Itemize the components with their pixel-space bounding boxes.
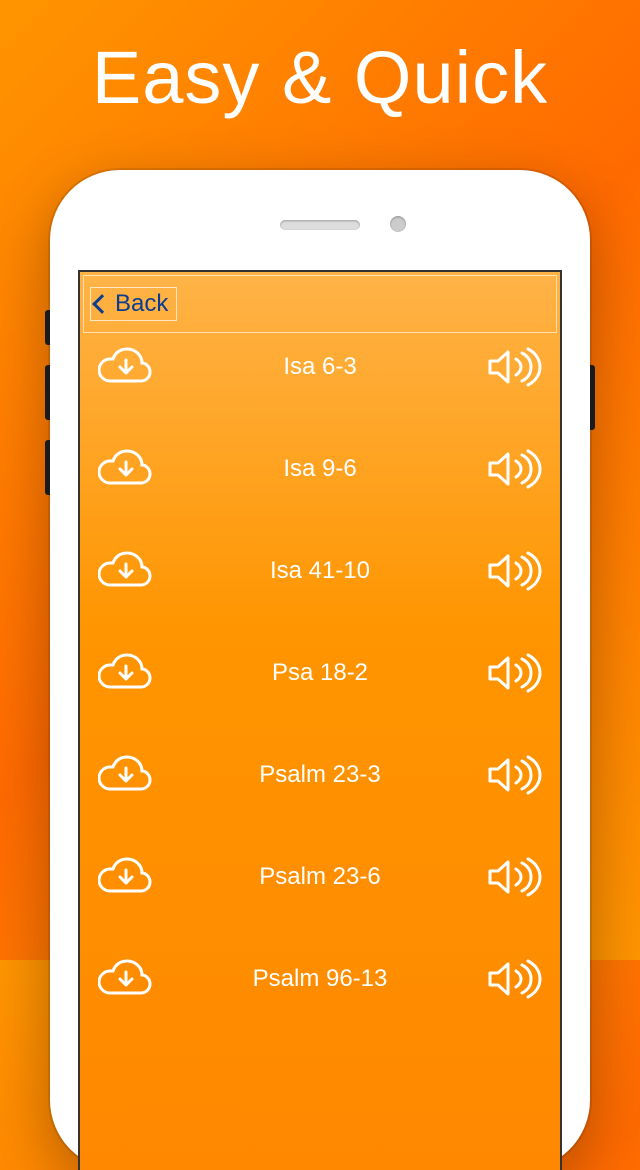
speaker-icon[interactable] [486, 449, 542, 489]
track-title: Isa 9-6 [154, 455, 486, 483]
phone-frame: Back Isa 6-3 Isa 9-6 [50, 170, 590, 1170]
track-title: Isa 6-3 [154, 353, 486, 381]
chevron-left-icon [92, 294, 112, 314]
cloud-download-icon[interactable] [98, 551, 154, 591]
app-screen: Back Isa 6-3 Isa 9-6 [78, 270, 562, 1170]
speaker-icon[interactable] [486, 551, 542, 591]
back-button[interactable]: Back [90, 287, 177, 321]
track-title: Psalm 23-3 [154, 761, 486, 789]
list-item: Psalm 23-6 [80, 826, 560, 928]
speaker-icon[interactable] [486, 857, 542, 897]
promo-headline: Easy & Quick [0, 0, 640, 120]
list-item: Isa 9-6 [80, 418, 560, 520]
list-item: Psa 18-2 [80, 622, 560, 724]
speaker-icon[interactable] [486, 653, 542, 693]
phone-side-buttons [45, 310, 50, 515]
cloud-download-icon[interactable] [98, 449, 154, 489]
cloud-download-icon[interactable] [98, 755, 154, 795]
track-title: Psalm 23-6 [154, 863, 486, 891]
track-title: Psa 18-2 [154, 659, 486, 687]
list-item: Psalm 23-3 [80, 724, 560, 826]
list-item: Isa 6-3 [80, 316, 560, 418]
speaker-icon[interactable] [486, 959, 542, 999]
phone-camera [390, 216, 406, 232]
phone-speaker [280, 220, 360, 230]
track-title: Psalm 96-13 [154, 965, 486, 993]
cloud-download-icon[interactable] [98, 347, 154, 387]
back-label: Back [115, 290, 168, 318]
cloud-download-icon[interactable] [98, 959, 154, 999]
track-title: Isa 41-10 [154, 557, 486, 585]
track-list: Isa 6-3 Isa 9-6 Isa 41-10 [80, 316, 560, 1030]
speaker-icon[interactable] [486, 755, 542, 795]
list-item: Isa 41-10 [80, 520, 560, 622]
list-item: Psalm 96-13 [80, 928, 560, 1030]
speaker-icon[interactable] [486, 347, 542, 387]
cloud-download-icon[interactable] [98, 857, 154, 897]
cloud-download-icon[interactable] [98, 653, 154, 693]
phone-power-button [590, 365, 595, 430]
